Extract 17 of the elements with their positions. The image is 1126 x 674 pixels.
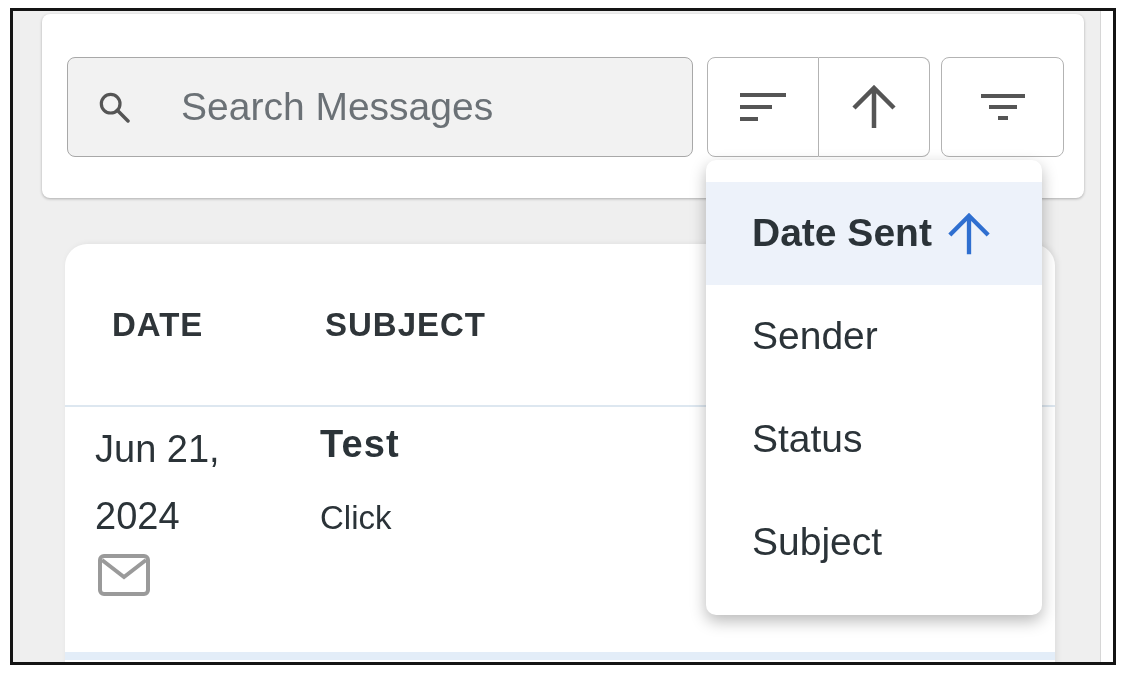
sort-direction-button[interactable] [819, 57, 930, 157]
column-header: SUBJECT [325, 305, 486, 343]
search-field[interactable]: Search Messages [67, 57, 693, 157]
search-icon [98, 91, 130, 123]
column-header: DATE [112, 305, 204, 343]
sort-option[interactable]: Sender [706, 285, 1042, 388]
sort-lines-icon [740, 92, 786, 122]
filter-button[interactable] [941, 57, 1064, 157]
arrow-up-icon [945, 211, 992, 256]
sort-option[interactable]: Subject [706, 491, 1042, 594]
sort-button[interactable] [707, 57, 819, 157]
message-subject: Test [320, 422, 400, 467]
message-preview: Click [320, 498, 393, 538]
filter-icon [980, 93, 1025, 121]
envelope-icon [98, 554, 150, 596]
message-date: Jun 21, 2024 [95, 427, 221, 539]
sort-option[interactable]: Date Sent [706, 182, 1042, 285]
